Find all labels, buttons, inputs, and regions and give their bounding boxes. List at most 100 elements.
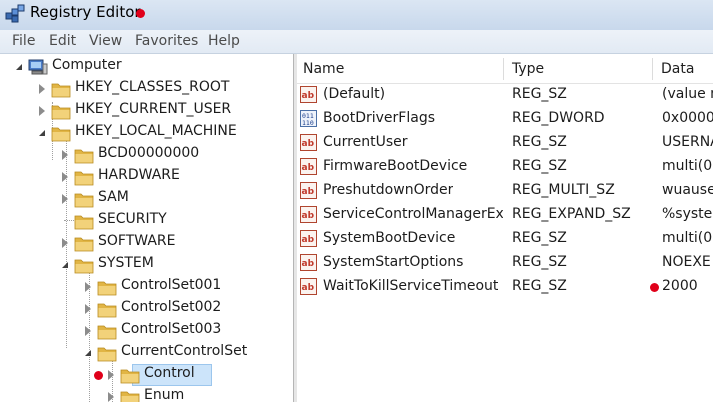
string-value-icon: ab — [300, 158, 317, 175]
value-name: CurrentUser — [323, 134, 408, 150]
annotation-dot — [136, 9, 145, 18]
column-divider[interactable] — [503, 58, 504, 80]
string-value-icon: ab — [300, 86, 317, 103]
value-row[interactable]: ab CurrentUser REG_SZ USERNA — [297, 131, 713, 155]
annotation-dot — [650, 283, 659, 292]
annotation-dot — [94, 371, 103, 380]
tree-node-label: SYSTEM — [98, 255, 154, 271]
string-value-icon: ab — [300, 206, 317, 223]
string-value-icon: ab — [300, 254, 317, 271]
tree-node-control[interactable]: Control — [0, 364, 293, 386]
value-data: USERNA — [662, 134, 713, 150]
tree-node-currentcontrolset[interactable]: CurrentControlSet — [0, 342, 293, 364]
value-data: 2000 — [662, 278, 698, 294]
expand-arrow-icon[interactable] — [85, 304, 91, 314]
values-list-pane[interactable]: Name Type Data ab (Default) REG_SZ (value n… — [297, 54, 713, 402]
tree-node-controlset003[interactable]: ControlSet003 — [0, 320, 293, 342]
expand-arrow-icon[interactable] — [108, 392, 114, 402]
folder-icon — [74, 237, 94, 252]
folder-icon — [74, 149, 94, 164]
value-type: REG_SZ — [512, 86, 567, 102]
tree-node-enum[interactable]: Enum — [0, 386, 293, 402]
string-value-icon: ab — [300, 134, 317, 151]
expand-arrow-icon[interactable] — [39, 106, 45, 116]
value-type: REG_MULTI_SZ — [512, 182, 615, 198]
expand-arrow-icon[interactable] — [62, 194, 68, 204]
registry-editor-icon — [5, 4, 25, 23]
window-title: Registry Editor — [30, 3, 141, 21]
menu-file[interactable]: File — [12, 33, 35, 49]
value-row[interactable]: ab FirmwareBootDevice REG_SZ multi(0) — [297, 155, 713, 179]
folder-icon — [120, 391, 140, 402]
expand-arrow-icon[interactable] — [85, 326, 91, 336]
value-row[interactable]: 011110 BootDriverFlags REG_DWORD 0x00000 — [297, 107, 713, 131]
svg-text:ab: ab — [302, 259, 315, 269]
tree-node-hkey-current-user[interactable]: HKEY_CURRENT_USER — [0, 100, 293, 122]
value-name: BootDriverFlags — [323, 110, 436, 126]
svg-text:110: 110 — [302, 119, 314, 127]
tree-node-system[interactable]: SYSTEM — [0, 254, 293, 276]
collapse-arrow-icon[interactable] — [62, 262, 68, 268]
svg-text:ab: ab — [302, 91, 315, 101]
tree-node-label: SAM — [98, 189, 129, 205]
tree-node-hardware[interactable]: HARDWARE — [0, 166, 293, 188]
value-row[interactable]: ab SystemBootDevice REG_SZ multi(0) — [297, 227, 713, 251]
tree-node-software[interactable]: SOFTWARE — [0, 232, 293, 254]
folder-icon — [51, 127, 71, 142]
list-header: Name Type Data — [297, 54, 713, 84]
expand-arrow-icon[interactable] — [108, 370, 114, 380]
expand-arrow-icon[interactable] — [62, 172, 68, 182]
value-data: 0x00000 — [662, 110, 713, 126]
tree-node-controlset001[interactable]: ControlSet001 — [0, 276, 293, 298]
value-row[interactable]: ab WaitToKillServiceTimeout REG_SZ 2000 — [297, 275, 713, 299]
menu-view[interactable]: View — [89, 33, 122, 49]
tree-node-sam[interactable]: SAM — [0, 188, 293, 210]
collapse-arrow-icon[interactable] — [85, 350, 91, 356]
menu-help[interactable]: Help — [208, 33, 240, 49]
expand-arrow-icon[interactable] — [62, 238, 68, 248]
tree-node-label: Computer — [52, 57, 122, 73]
expand-arrow-icon[interactable] — [85, 282, 91, 292]
svg-text:ab: ab — [302, 235, 315, 245]
value-data: multi(0) — [662, 230, 713, 246]
svg-text:ab: ab — [302, 163, 315, 173]
binary-value-icon: 011110 — [300, 110, 317, 127]
tree-node-label: ControlSet001 — [121, 277, 222, 293]
expand-arrow-icon[interactable] — [62, 150, 68, 160]
tree-node-label: Enum — [144, 387, 185, 402]
tree-node-label: HKEY_CLASSES_ROOT — [75, 79, 230, 95]
expand-arrow-icon[interactable] — [39, 84, 45, 94]
value-row[interactable]: ab (Default) REG_SZ (value n — [297, 83, 713, 107]
tree-node-security[interactable]: SECURITY — [0, 210, 293, 232]
value-data: (value n — [662, 86, 713, 102]
value-name: (Default) — [323, 86, 386, 102]
string-value-icon: ab — [300, 278, 317, 295]
folder-icon — [51, 105, 71, 120]
menu-favorites[interactable]: Favorites — [135, 33, 198, 49]
tree-node-hkey-local-machine[interactable]: HKEY_LOCAL_MACHINE — [0, 122, 293, 144]
value-row[interactable]: ab SystemStartOptions REG_SZ NOEXE — [297, 251, 713, 275]
tree-node-label: HKEY_LOCAL_MACHINE — [75, 123, 237, 139]
folder-icon — [97, 303, 117, 318]
value-type: REG_SZ — [512, 254, 567, 270]
value-data: NOEXE — [662, 254, 711, 270]
computer-icon — [28, 59, 48, 75]
menu-edit[interactable]: Edit — [49, 33, 76, 49]
tree-node-hkey-classes-root[interactable]: HKEY_CLASSES_ROOT — [0, 78, 293, 100]
key-tree-pane[interactable]: Computer HKEY_CLASSES_ROOT HKEY_CURRENT_US… — [0, 54, 293, 402]
value-type: REG_SZ — [512, 230, 567, 246]
folder-icon — [120, 369, 140, 384]
tree-node-bcd00000000[interactable]: BCD00000000 — [0, 144, 293, 166]
collapse-arrow-icon[interactable] — [39, 130, 45, 136]
tree-node-controlset002[interactable]: ControlSet002 — [0, 298, 293, 320]
value-row[interactable]: ab ServiceControlManagerEx... REG_EXPAND_S… — [297, 203, 713, 227]
value-name: ServiceControlManagerEx... — [323, 206, 503, 222]
tree-node-computer[interactable]: Computer — [0, 56, 293, 78]
collapse-arrow-icon[interactable] — [16, 64, 22, 70]
column-divider[interactable] — [652, 58, 653, 80]
value-row[interactable]: ab PreshutdownOrder REG_MULTI_SZ wuauser — [297, 179, 713, 203]
value-type: REG_SZ — [512, 134, 567, 150]
folder-icon — [74, 171, 94, 186]
svg-text:ab: ab — [302, 283, 315, 293]
value-type: REG_EXPAND_SZ — [512, 206, 631, 222]
